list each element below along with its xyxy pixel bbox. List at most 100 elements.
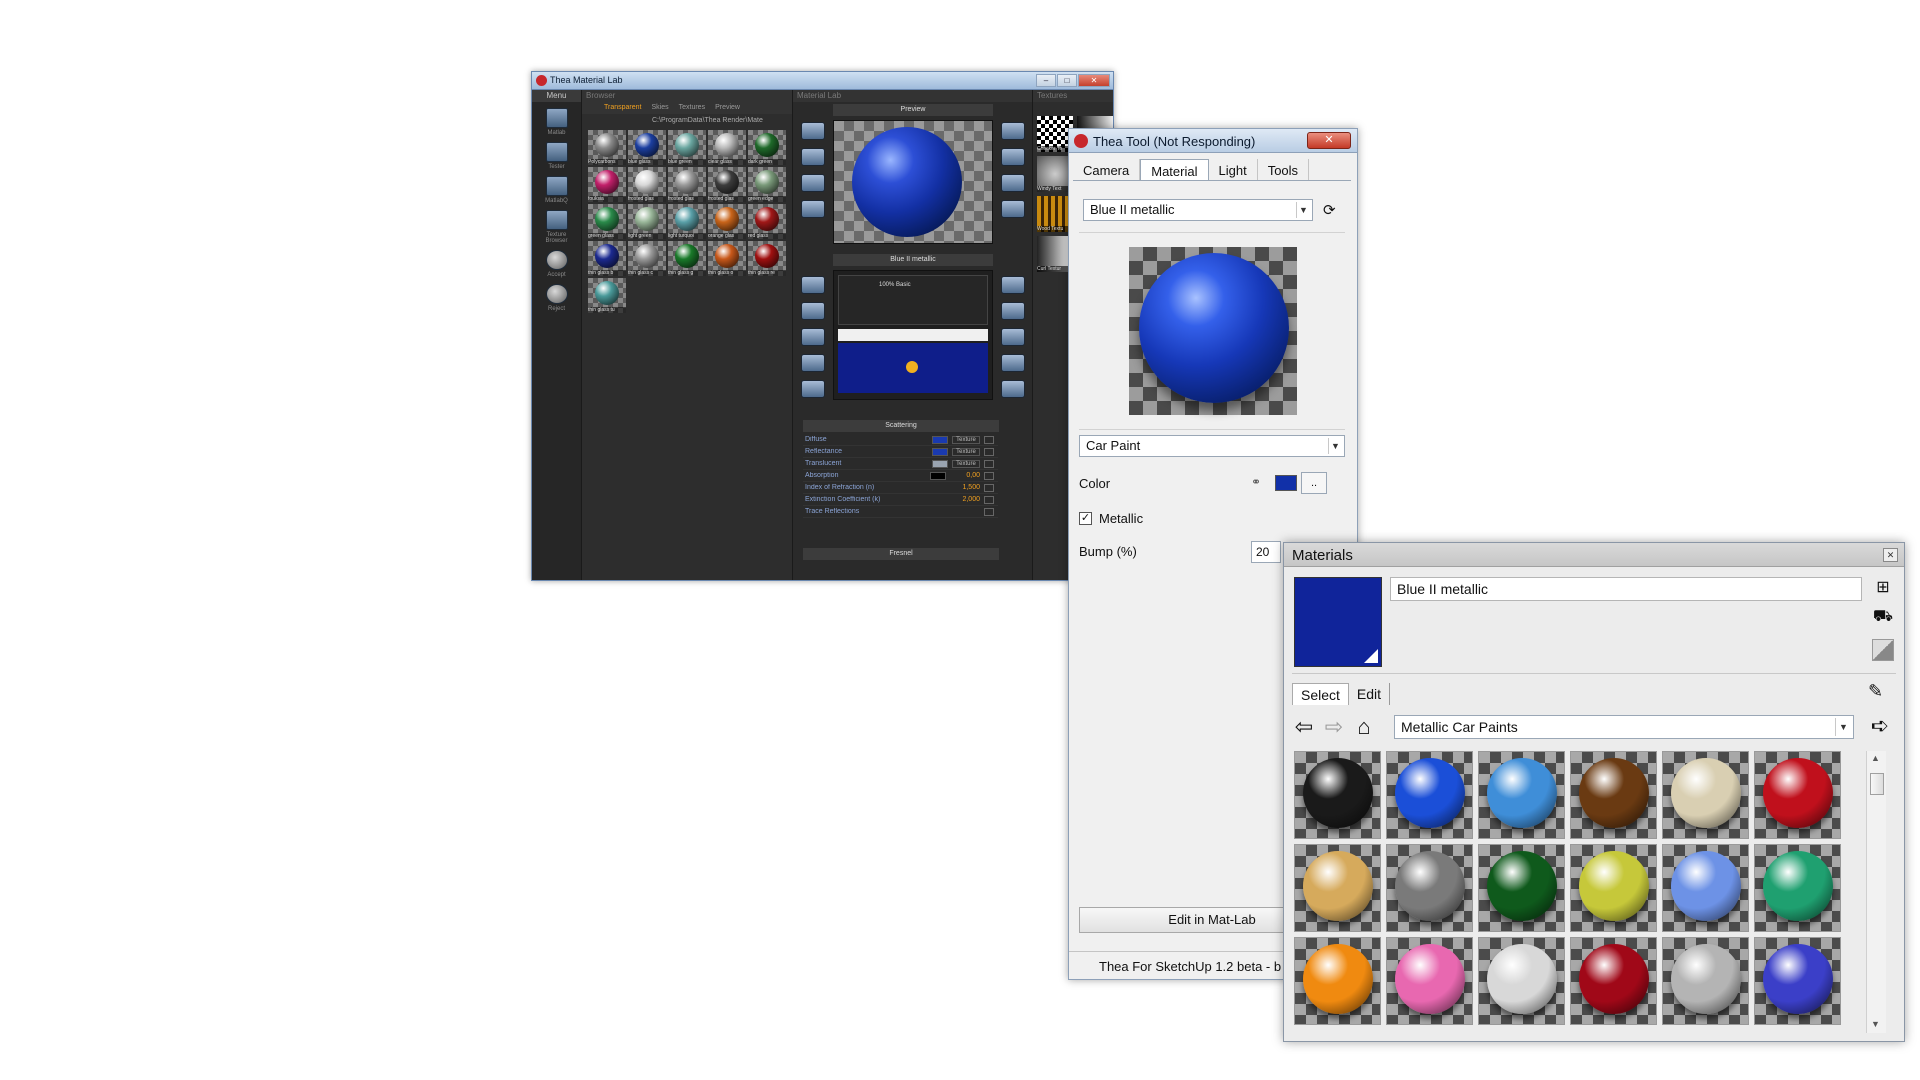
scroll-thumb[interactable]	[1870, 773, 1884, 795]
general-icon[interactable]	[801, 276, 825, 294]
property-checkbox[interactable]	[984, 495, 994, 504]
tab-light[interactable]: Light	[1209, 159, 1258, 180]
material-cell[interactable]	[1662, 844, 1749, 932]
material-cell[interactable]	[1294, 751, 1381, 839]
material-cell[interactable]	[1570, 751, 1657, 839]
menu-item-tester[interactable]: Tester	[542, 142, 572, 170]
property-swatch[interactable]	[932, 459, 948, 468]
material-thumb[interactable]: dark green	[748, 130, 786, 165]
materials-scrollbar[interactable]: ▲ ▼	[1866, 751, 1886, 1033]
property-row[interactable]: Translucent Texture	[803, 458, 998, 470]
stop-icon[interactable]	[1001, 200, 1025, 218]
close-icon[interactable]: ✕	[1883, 548, 1898, 562]
glossy-icon[interactable]	[1001, 302, 1025, 320]
material-thumb[interactable]: thin glass c	[628, 241, 666, 276]
property-swatch[interactable]	[930, 471, 946, 480]
property-swatch[interactable]	[932, 447, 948, 456]
coating-icon[interactable]	[1001, 380, 1025, 398]
maximize-icon[interactable]: □	[1057, 74, 1077, 87]
material-cell[interactable]	[1294, 844, 1381, 932]
property-row[interactable]: Index of Refraction (n) 1,500	[803, 482, 998, 494]
menu-item-reject[interactable]: Reject	[542, 284, 572, 312]
material-thumb[interactable]: green glass	[588, 204, 626, 239]
material-thumb[interactable]: blue glass	[628, 130, 666, 165]
menu-item-matlab[interactable]: Matlab	[542, 108, 572, 136]
details-arrow-icon[interactable]: ➪	[1868, 715, 1892, 739]
texture-button[interactable]: Texture	[952, 447, 980, 456]
material-thumb[interactable]: light green	[628, 204, 666, 239]
material-cell[interactable]	[1570, 844, 1657, 932]
material-thumb[interactable]: blue green	[668, 130, 706, 165]
tab-edit[interactable]: Edit	[1349, 683, 1391, 705]
bump-input[interactable]: 20	[1251, 541, 1281, 563]
texture-button[interactable]: Texture	[952, 459, 980, 468]
tab-tools[interactable]: Tools	[1258, 159, 1310, 180]
material-cell[interactable]	[1754, 937, 1841, 1025]
save-icon[interactable]	[801, 200, 825, 218]
paint-bucket-icon[interactable]: ⛟	[1872, 607, 1894, 629]
property-checkbox[interactable]	[984, 507, 994, 516]
tab-select[interactable]: Select	[1292, 683, 1349, 705]
material-cell[interactable]	[1662, 751, 1749, 839]
material-cell[interactable]	[1478, 751, 1565, 839]
property-checkbox[interactable]	[984, 459, 994, 468]
menu-item-accept[interactable]: Accept	[542, 250, 572, 278]
material-swatch[interactable]	[1294, 577, 1382, 667]
material-select[interactable]: Blue II metallic ▼	[1083, 199, 1313, 221]
material-cell[interactable]	[1294, 937, 1381, 1025]
property-row[interactable]: Extinction Coefficient (k) 2,000	[803, 494, 998, 506]
thinfilm-icon[interactable]	[1001, 354, 1025, 372]
property-row[interactable]: Trace Reflections	[803, 506, 998, 518]
material-cell[interactable]	[1386, 751, 1473, 839]
home-icon[interactable]: ⌂	[1352, 716, 1376, 740]
property-row[interactable]: Reflectance Texture	[803, 446, 998, 458]
emitter-icon[interactable]	[801, 354, 825, 372]
tab-skies[interactable]: Skies	[651, 102, 668, 114]
tab-preview[interactable]: Preview	[715, 102, 740, 114]
property-value[interactable]: 1,500	[950, 484, 980, 491]
material-cell[interactable]	[1754, 751, 1841, 839]
material-thumb[interactable]: orange glas	[708, 204, 746, 239]
material-thumb[interactable]: Polycarbons	[588, 130, 626, 165]
property-checkbox[interactable]	[984, 483, 994, 492]
close-icon[interactable]: ✕	[1307, 132, 1351, 149]
material-thumb[interactable]: thin glass g	[668, 241, 706, 276]
material-thumb[interactable]: frosted glas	[628, 167, 666, 202]
material-cell[interactable]	[1570, 937, 1657, 1025]
material-cell[interactable]	[1386, 844, 1473, 932]
library-select[interactable]: Metallic Car Paints ▼	[1394, 715, 1854, 739]
revert-icon[interactable]	[801, 148, 825, 166]
clear-icon[interactable]	[801, 122, 825, 140]
room-icon[interactable]	[1001, 148, 1025, 166]
options-icon[interactable]	[1001, 122, 1025, 140]
material-cell[interactable]	[1478, 844, 1565, 932]
material-cell[interactable]	[1478, 937, 1565, 1025]
minimize-icon[interactable]: –	[1036, 74, 1056, 87]
property-value[interactable]: 2,000	[950, 496, 980, 503]
property-row[interactable]: Diffuse Texture	[803, 434, 998, 446]
default-material-icon[interactable]	[1872, 639, 1894, 661]
property-swatch[interactable]	[932, 435, 948, 444]
close-icon[interactable]: ✕	[1078, 74, 1110, 87]
link-icon[interactable]: ⚭	[1251, 475, 1261, 489]
property-row[interactable]: Absorption 0,00	[803, 470, 998, 482]
fresnel-header[interactable]: Fresnel	[803, 548, 999, 560]
material-thumb[interactable]: thin glass re	[748, 241, 786, 276]
metallic-checkbox[interactable]: ✓	[1079, 512, 1092, 525]
sss-icon[interactable]	[1001, 328, 1025, 346]
open-icon[interactable]	[801, 174, 825, 192]
material-type-select[interactable]: Car Paint ▼	[1079, 435, 1345, 457]
tab-camera[interactable]: Camera	[1073, 159, 1141, 180]
color-swatch[interactable]	[1275, 475, 1297, 491]
material-thumb[interactable]: red glass	[748, 204, 786, 239]
material-thumb[interactable]: clear glass	[708, 130, 746, 165]
tab-material[interactable]: Material	[1140, 159, 1209, 180]
property-value[interactable]: 0,00	[950, 472, 980, 479]
material-name-field[interactable]: Blue II metallic	[1390, 577, 1862, 601]
material-cell[interactable]	[1754, 844, 1841, 932]
texture-button[interactable]: Texture	[952, 435, 980, 444]
scattering-header[interactable]: Scattering	[803, 420, 999, 432]
color-picker-button[interactable]: ..	[1301, 472, 1327, 494]
material-cell[interactable]	[1386, 937, 1473, 1025]
layer-basic[interactable]: 100% Basic	[838, 275, 988, 325]
